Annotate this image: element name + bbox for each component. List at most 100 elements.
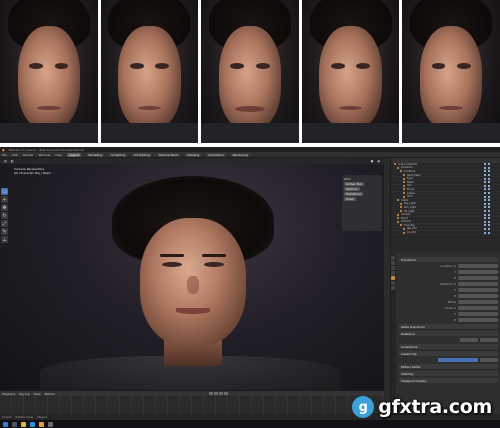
eye-icon[interactable] <box>484 213 486 216</box>
eye-icon[interactable] <box>484 170 486 173</box>
camera-icon[interactable] <box>488 217 490 220</box>
camera-icon[interactable] <box>488 166 490 169</box>
rotation-y-field[interactable] <box>458 287 498 292</box>
camera-icon[interactable] <box>488 163 490 166</box>
view-menu-icon[interactable]: ▤ <box>4 159 7 163</box>
shading-render-icon[interactable]: ◉ <box>377 159 380 163</box>
object-mode-icon[interactable]: ◧ <box>11 159 14 163</box>
menu-help[interactable]: Help <box>55 153 62 157</box>
camera-icon[interactable] <box>488 174 490 177</box>
camera-icon[interactable] <box>488 181 490 184</box>
section-visibility[interactable]: Visibility <box>399 371 498 376</box>
material-tab-icon[interactable] <box>391 286 395 290</box>
instancing-verts-button[interactable] <box>480 357 498 362</box>
rotation-z-field[interactable] <box>458 293 498 298</box>
camera-icon[interactable] <box>488 224 490 227</box>
timeline-menu-marker[interactable]: Marker <box>45 392 55 396</box>
menu-file[interactable]: File <box>2 153 7 157</box>
eye-icon[interactable] <box>484 166 486 169</box>
relations-field-1[interactable] <box>460 337 478 342</box>
camera-icon[interactable] <box>488 206 490 209</box>
instancing-none-button[interactable] <box>438 357 478 362</box>
camera-icon[interactable] <box>488 184 490 187</box>
menu-edit[interactable]: Edit <box>12 153 18 157</box>
explorer-icon[interactable] <box>21 421 26 427</box>
npanel-active-tool[interactable]: Active Tool <box>344 181 365 186</box>
camera-icon[interactable] <box>488 170 490 173</box>
section-motion-paths[interactable]: Motion Paths <box>399 364 498 369</box>
eye-icon[interactable] <box>484 220 486 223</box>
camera-icon[interactable] <box>488 177 490 180</box>
3d-viewport[interactable]: ▤ ◧ ● ◉ Camera Perspective (0) Character… <box>0 158 384 390</box>
select-box-icon[interactable]: ▭ <box>1 188 8 195</box>
npanel-snap[interactable]: Snap <box>344 196 356 201</box>
modifier-tab-icon[interactable] <box>391 281 395 285</box>
timeline-ruler[interactable] <box>0 396 384 415</box>
camera-icon[interactable] <box>488 213 490 216</box>
app-icon[interactable] <box>48 421 53 427</box>
eye-icon[interactable] <box>484 192 486 195</box>
section-viewport-display[interactable]: Viewport Display <box>399 378 498 383</box>
tab-uv-editing[interactable]: UV Editing <box>132 152 152 157</box>
menu-window[interactable]: Window <box>39 153 51 157</box>
shading-solid-icon[interactable]: ● <box>371 159 374 163</box>
eye-icon[interactable] <box>484 174 486 177</box>
section-relations[interactable]: Relations <box>399 331 498 336</box>
eye-icon[interactable] <box>484 188 486 191</box>
measure-icon[interactable]: ⟂ <box>1 236 8 243</box>
location-y-field[interactable] <box>458 269 498 274</box>
object-tab-icon[interactable] <box>391 276 395 280</box>
eye-icon[interactable] <box>484 199 486 202</box>
eye-icon[interactable] <box>484 163 486 166</box>
timeline-menu-view[interactable]: View <box>33 392 40 396</box>
rotation-x-field[interactable] <box>458 281 498 286</box>
section-collections[interactable]: Collections <box>399 344 498 349</box>
scale-x-field[interactable] <box>458 305 498 310</box>
camera-icon[interactable] <box>488 188 490 191</box>
location-x-field[interactable] <box>458 263 498 268</box>
outliner-item[interactable]: Lip_Ctrl <box>391 231 500 235</box>
tab-sculpting[interactable]: Sculpting <box>109 152 128 157</box>
scale-z-field[interactable] <box>458 317 498 322</box>
scene-tab-icon[interactable] <box>391 271 395 275</box>
section-delta-transform[interactable]: Delta Transform <box>399 324 498 329</box>
scale-icon[interactable]: ⤢ <box>1 220 8 227</box>
tab-shading[interactable]: Shading <box>185 152 202 157</box>
rotate-icon[interactable]: ↻ <box>1 212 8 219</box>
eye-icon[interactable] <box>484 224 486 227</box>
jump-end-icon[interactable] <box>223 392 228 395</box>
eye-icon[interactable] <box>484 181 486 184</box>
tab-modeling[interactable]: Modeling <box>86 152 105 157</box>
location-z-field[interactable] <box>458 275 498 280</box>
eye-icon[interactable] <box>484 184 486 187</box>
scale-y-field[interactable] <box>458 311 498 316</box>
npanel-transform[interactable]: Transform <box>344 191 363 196</box>
menu-render[interactable]: Render <box>23 153 34 157</box>
search-icon[interactable] <box>12 421 17 427</box>
camera-icon[interactable] <box>488 227 490 230</box>
tab-animation[interactable]: Animation <box>206 152 226 157</box>
play-reverse-icon[interactable] <box>213 392 218 395</box>
camera-icon[interactable] <box>488 220 490 223</box>
render-tab-icon[interactable] <box>391 261 395 265</box>
browser-icon[interactable] <box>30 421 35 427</box>
rotation-mode-select[interactable] <box>458 299 498 304</box>
eye-icon[interactable] <box>484 206 486 209</box>
timeline[interactable]: Playback Keying View Marker <box>0 390 384 415</box>
timeline-menu-keying[interactable]: Keying <box>19 392 29 396</box>
blender-taskbar-icon[interactable] <box>39 421 44 427</box>
eye-icon[interactable] <box>484 231 486 234</box>
relations-field-2[interactable] <box>480 337 498 342</box>
eye-icon[interactable] <box>484 227 486 230</box>
move-icon[interactable]: ✥ <box>1 204 8 211</box>
output-tab-icon[interactable] <box>391 266 395 270</box>
eye-icon[interactable] <box>484 202 486 205</box>
tool-tab-icon[interactable] <box>391 256 395 260</box>
camera-icon[interactable] <box>488 210 490 213</box>
jump-start-icon[interactable] <box>208 392 213 395</box>
eye-icon[interactable] <box>484 177 486 180</box>
npanel-options[interactable]: Options <box>344 186 360 191</box>
eye-icon[interactable] <box>484 210 486 213</box>
camera-icon[interactable] <box>488 202 490 205</box>
eye-icon[interactable] <box>484 217 486 220</box>
